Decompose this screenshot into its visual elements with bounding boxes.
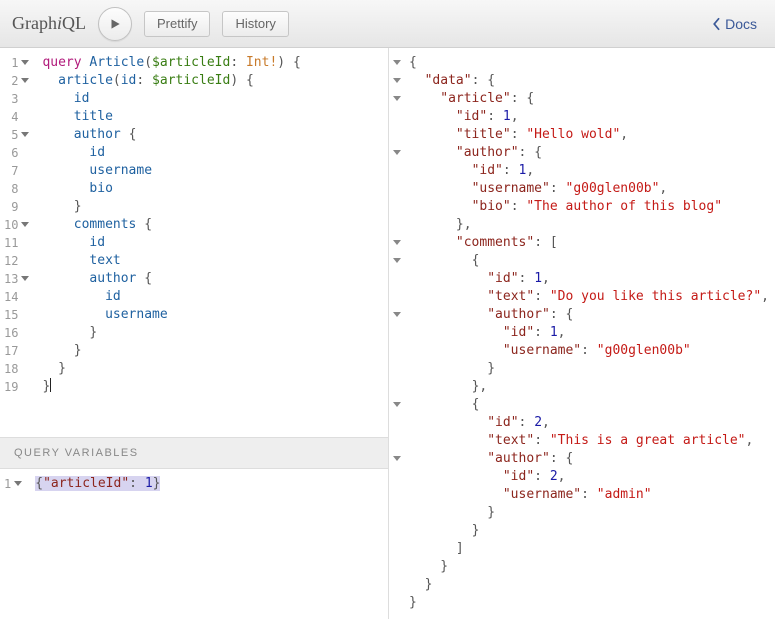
history-button[interactable]: History	[222, 11, 288, 37]
docs-toggle[interactable]: Docs	[705, 12, 763, 36]
top-bar: GraphiQL Prettify History Docs	[0, 0, 775, 48]
query-code[interactable]: query Article($articleId: Int!) { articl…	[34, 48, 387, 437]
qv-gutter: 1	[0, 469, 27, 619]
result-pane: { "data": { "article": { "id": 1, "title…	[389, 48, 775, 619]
play-icon	[108, 17, 122, 31]
text-cursor	[50, 378, 51, 392]
query-variables-header[interactable]: Query Variables	[0, 437, 388, 469]
chevron-left-icon	[711, 17, 721, 31]
result-code[interactable]: { "data": { "article": { "id": 1, "title…	[403, 48, 775, 619]
main-area: 1 2 3 4 5 6 7 8 9 10 11 12 13 14 15 16 1…	[0, 48, 775, 619]
execute-button[interactable]	[98, 7, 132, 41]
result-gutter	[389, 48, 403, 619]
left-pane: 1 2 3 4 5 6 7 8 9 10 11 12 13 14 15 16 1…	[0, 48, 389, 619]
app-logo: GraphiQL	[12, 13, 86, 34]
query-gutter: 1 2 3 4 5 6 7 8 9 10 11 12 13 14 15 16 1…	[0, 48, 34, 437]
qv-code[interactable]: {"articleId": 1}	[27, 469, 388, 619]
query-variables-editor[interactable]: 1 {"articleId": 1}	[0, 469, 388, 619]
prettify-button[interactable]: Prettify	[144, 11, 210, 37]
query-editor[interactable]: 1 2 3 4 5 6 7 8 9 10 11 12 13 14 15 16 1…	[0, 48, 388, 437]
docs-label: Docs	[725, 16, 757, 32]
